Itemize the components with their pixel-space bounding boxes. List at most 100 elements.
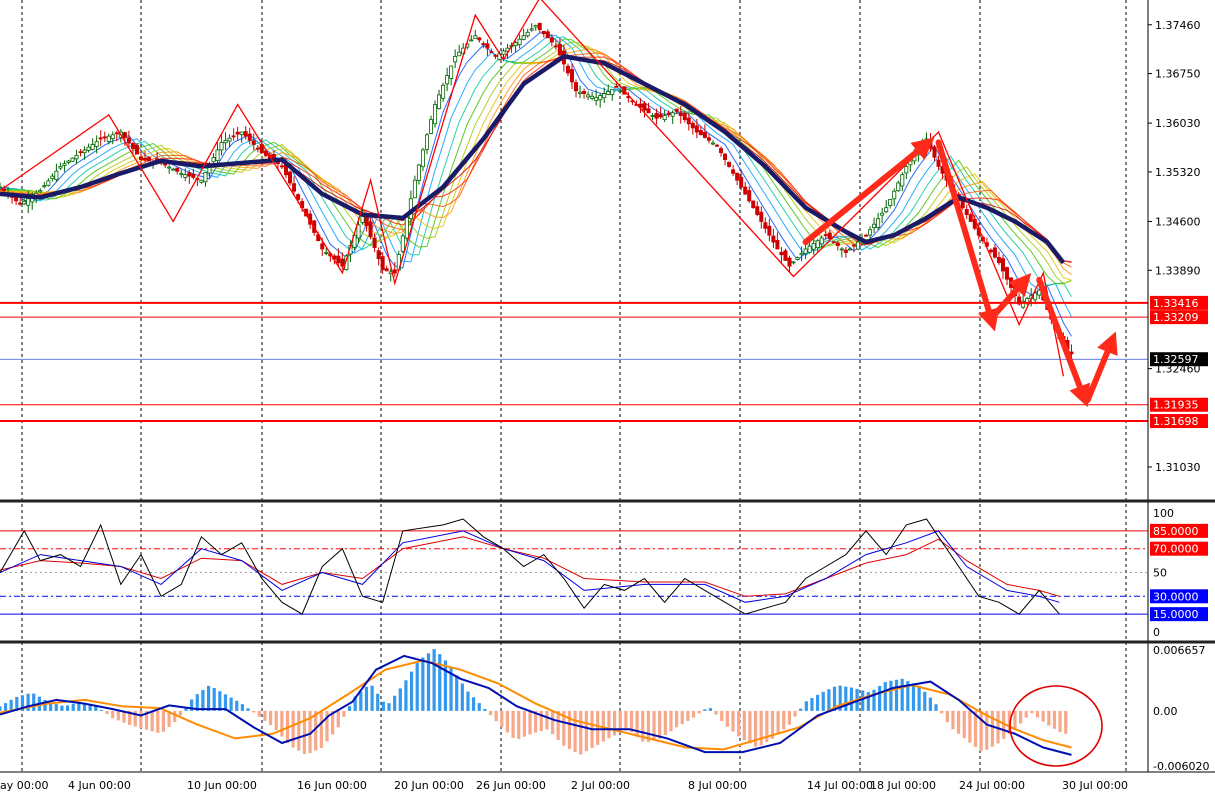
candle-body [147, 157, 152, 162]
macd-histogram-bar [268, 710, 273, 726]
macd-histogram-bar [714, 710, 718, 715]
macd-histogram-bar [359, 691, 363, 711]
macd-histogram-bar [370, 685, 374, 711]
candle-body [743, 186, 748, 195]
x-tick-label: 10 Jun 00:00 [187, 779, 257, 792]
price-level-tag-text: 1.31935 [1153, 399, 1199, 412]
macd-histogram-bar [9, 699, 13, 711]
candle-body [279, 165, 284, 168]
macd-histogram-bar [3, 703, 8, 711]
x-tick-label: 16 Jun 00:00 [297, 779, 367, 792]
candle-body [525, 31, 530, 37]
macd-histogram-bar [810, 698, 814, 711]
candle-body [58, 166, 63, 169]
macd-histogram-bar [201, 690, 205, 711]
macd-histogram-bar [116, 710, 120, 721]
macd-histogram-bar [139, 710, 143, 729]
x-tick-label: 30 Jul 00:00 [1062, 779, 1128, 792]
macd-histogram-bar [404, 680, 408, 711]
candle-body [517, 38, 522, 46]
candle-body [98, 137, 103, 140]
candle-body [723, 153, 728, 160]
stoch-level-tag-text: 30.0000 [1153, 590, 1199, 603]
stoch-tick-label: 100 [1153, 507, 1174, 520]
candle-body [557, 44, 562, 56]
candle-body [453, 55, 458, 63]
candle-body [735, 172, 740, 181]
candle-body [698, 130, 703, 136]
macd-histogram-bar [928, 697, 932, 711]
candle-body [134, 144, 139, 155]
candle-body [231, 135, 236, 138]
candle-body [102, 136, 107, 139]
candle-body [702, 132, 707, 138]
macd-histogram-bar [409, 671, 414, 711]
macd-histogram-bar [804, 701, 808, 711]
candle-body [888, 199, 893, 207]
candle-body [815, 240, 820, 248]
candle-body [223, 139, 228, 144]
macd-histogram-bar [387, 703, 391, 711]
macd-histogram-bar [883, 682, 887, 711]
candle-body [964, 209, 969, 215]
macd-histogram-bar [793, 710, 797, 717]
candle-body [614, 85, 619, 88]
candle-body [424, 134, 429, 150]
candle-body [416, 164, 421, 181]
candle-body [74, 155, 79, 160]
macd-histogram-bar [105, 710, 109, 715]
candle-body [62, 163, 67, 166]
macd-histogram-bar [421, 657, 425, 711]
candle-body [404, 216, 409, 239]
candle-body [892, 190, 897, 200]
candle-body [437, 94, 442, 110]
candle-body [783, 250, 788, 261]
candle-body [0, 186, 3, 189]
candle-body [227, 137, 232, 142]
candle-body [175, 167, 180, 172]
candle-body [22, 201, 27, 205]
candle-body [501, 50, 506, 55]
candle-body [662, 115, 667, 120]
candle-body [203, 172, 208, 183]
price-tick-label: 1.36750 [1155, 68, 1201, 81]
candle-body [654, 113, 659, 119]
macd-histogram-bar [32, 693, 36, 711]
macd-histogram-bar [956, 710, 961, 734]
macd-histogram-bar [246, 708, 250, 711]
candle-body [251, 140, 256, 145]
candle-body [565, 65, 570, 74]
macd-histogram-bar [483, 708, 487, 711]
macd-histogram-bar [500, 710, 504, 727]
candle-body [835, 242, 840, 246]
candle-body [739, 176, 744, 188]
candle-body [485, 43, 490, 49]
macd-histogram-bar [596, 710, 600, 745]
macd-histogram-bar [178, 710, 182, 716]
candle-body [420, 149, 425, 168]
stoch-level-tag-text: 70.0000 [1153, 543, 1199, 556]
candle-body [533, 25, 538, 28]
price-tick-label: 1.36030 [1155, 117, 1201, 130]
macd-histogram-bar [257, 710, 261, 717]
macd-histogram-bar [517, 710, 521, 739]
candle-body [706, 137, 711, 141]
candle-body [932, 146, 937, 158]
candle-body [445, 75, 450, 85]
price-level-tag-text: 1.33416 [1153, 297, 1199, 310]
candle-body [759, 211, 764, 222]
candle-body [851, 244, 856, 247]
macd-histogram-bar [1035, 710, 1040, 718]
candle-body [904, 166, 909, 174]
macd-histogram-bar [697, 710, 701, 714]
candle-body [457, 51, 462, 57]
candle-body [114, 132, 119, 135]
candle-body [936, 159, 941, 167]
candle-body [545, 31, 550, 39]
macd-histogram-bar [263, 710, 267, 721]
macd-histogram-bar [302, 710, 307, 754]
candle-body [54, 170, 59, 180]
macd-histogram-bar [748, 710, 752, 744]
candle-body [477, 37, 482, 41]
macd-histogram-bar [624, 710, 628, 731]
